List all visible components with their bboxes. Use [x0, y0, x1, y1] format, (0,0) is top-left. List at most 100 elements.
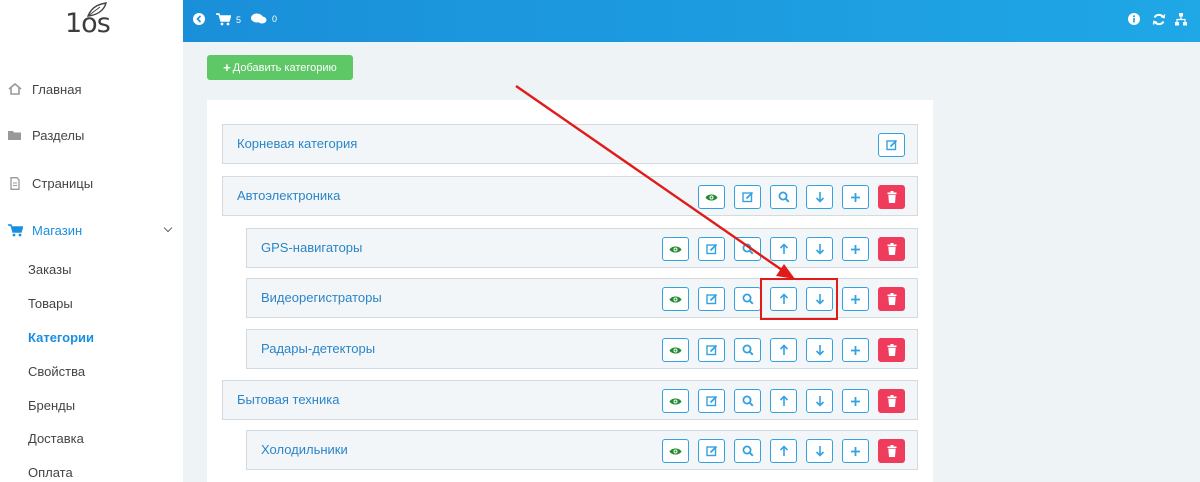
add-subcategory-button[interactable]	[842, 237, 869, 261]
toggle-visibility-button[interactable]	[662, 439, 689, 463]
sidebar-subitem-brands[interactable]: Бренды	[28, 398, 75, 413]
info-button[interactable]	[1128, 13, 1140, 25]
add-subcategory-button[interactable]	[842, 287, 869, 311]
move-up-button[interactable]	[770, 237, 797, 261]
arrow-down-icon	[815, 243, 825, 255]
category-name-link[interactable]: Видеорегистраторы	[261, 279, 382, 317]
view-button[interactable]	[734, 338, 761, 362]
toggle-visibility-button[interactable]	[698, 185, 725, 209]
edit-button[interactable]	[698, 237, 725, 261]
arrow-up-icon	[779, 344, 789, 356]
refresh-button[interactable]	[1152, 13, 1166, 26]
add-subcategory-button[interactable]	[842, 439, 869, 463]
back-button[interactable]	[193, 13, 205, 25]
eye-icon	[705, 193, 718, 202]
add-subcategory-button[interactable]	[842, 389, 869, 413]
sidebar-item-pages[interactable]: Страницы	[0, 172, 183, 194]
arrow-down-icon	[815, 191, 825, 203]
trash-icon	[887, 191, 897, 203]
add-subcategory-button[interactable]	[842, 185, 869, 209]
toggle-visibility-button[interactable]	[662, 338, 689, 362]
view-button[interactable]	[734, 439, 761, 463]
sidebar-item-label: Главная	[32, 81, 82, 97]
cart-icon	[8, 224, 24, 237]
delete-button[interactable]	[878, 389, 905, 413]
edit-button[interactable]	[698, 439, 725, 463]
add-subcategory-button[interactable]	[842, 338, 869, 362]
sidebar-item-label: Разделы	[32, 127, 85, 143]
edit-button[interactable]	[698, 287, 725, 311]
sidebar-subitem-categories[interactable]: Категории	[28, 330, 94, 345]
toggle-visibility-button[interactable]	[662, 237, 689, 261]
edit-button[interactable]	[878, 133, 905, 157]
delete-button[interactable]	[878, 185, 905, 209]
arrow-up-icon	[779, 395, 789, 407]
move-up-button[interactable]	[770, 338, 797, 362]
toggle-visibility-button[interactable]	[662, 287, 689, 311]
move-down-button[interactable]	[806, 237, 833, 261]
category-row: GPS-навигаторы	[246, 228, 918, 268]
category-name-link[interactable]: GPS-навигаторы	[261, 229, 362, 267]
sidebar: 1os Главная Разделы Страницы Магазин Зак…	[0, 0, 183, 482]
move-down-button[interactable]	[806, 389, 833, 413]
move-down-button[interactable]	[806, 439, 833, 463]
sitemap-icon	[1175, 13, 1187, 26]
refresh-icon	[1152, 13, 1166, 26]
comments-icon	[251, 13, 267, 24]
arrow-up-icon	[779, 243, 789, 255]
toggle-visibility-button[interactable]	[662, 389, 689, 413]
edit-icon	[705, 344, 718, 356]
edit-button[interactable]	[698, 389, 725, 413]
view-button[interactable]	[770, 185, 797, 209]
home-icon	[8, 82, 22, 95]
sidebar-subitem-products[interactable]: Товары	[28, 296, 73, 311]
view-button[interactable]	[734, 389, 761, 413]
category-name-link[interactable]: Радары-детекторы	[261, 330, 375, 368]
logo[interactable]: 1os	[60, 2, 120, 40]
cart-button[interactable]: 5	[216, 13, 241, 26]
sidebar-subitem-orders[interactable]: Заказы	[28, 262, 71, 277]
move-up-button[interactable]	[770, 439, 797, 463]
add-category-button[interactable]: + Добавить категорию	[207, 55, 353, 80]
chat-button[interactable]: 0	[251, 13, 277, 25]
view-button[interactable]	[734, 287, 761, 311]
search-icon	[742, 445, 754, 457]
row-actions	[653, 338, 905, 362]
row-actions	[653, 439, 905, 463]
view-button[interactable]	[734, 237, 761, 261]
sidebar-item-sections[interactable]: Разделы	[0, 124, 183, 146]
search-icon	[742, 344, 754, 356]
info-icon	[1128, 13, 1140, 25]
category-name-link[interactable]: Холодильники	[261, 431, 348, 469]
category-name-link[interactable]: Корневая категория	[237, 125, 357, 163]
search-icon	[742, 243, 754, 255]
chat-count: 0	[272, 14, 278, 24]
trash-icon	[887, 293, 897, 305]
category-name-link[interactable]: Бытовая техника	[237, 381, 339, 419]
category-row: Корневая категория	[222, 124, 918, 164]
sidebar-item-shop[interactable]: Магазин	[0, 219, 183, 241]
sidebar-subitem-properties[interactable]: Свойства	[28, 364, 85, 379]
sidebar-item-home[interactable]: Главная	[0, 78, 183, 100]
row-actions	[689, 185, 905, 209]
trash-icon	[887, 344, 897, 356]
arrow-down-icon	[815, 344, 825, 356]
search-icon	[778, 191, 790, 203]
edit-button[interactable]	[698, 338, 725, 362]
eye-icon	[669, 295, 682, 304]
sidebar-subitem-delivery[interactable]: Доставка	[28, 431, 84, 446]
sidebar-subitem-payment[interactable]: Оплата	[28, 465, 73, 480]
move-down-button[interactable]	[806, 338, 833, 362]
move-down-button[interactable]	[806, 185, 833, 209]
move-up-button[interactable]	[770, 389, 797, 413]
users-button[interactable]	[1175, 13, 1187, 26]
delete-button[interactable]	[878, 287, 905, 311]
arrow-up-icon	[779, 445, 789, 457]
category-row: Радары-детекторы	[246, 329, 918, 369]
delete-button[interactable]	[878, 338, 905, 362]
edit-button[interactable]	[734, 185, 761, 209]
delete-button[interactable]	[878, 237, 905, 261]
category-name-link[interactable]: Автоэлектроника	[237, 177, 340, 215]
delete-button[interactable]	[878, 439, 905, 463]
leaf-icon	[86, 2, 107, 17]
